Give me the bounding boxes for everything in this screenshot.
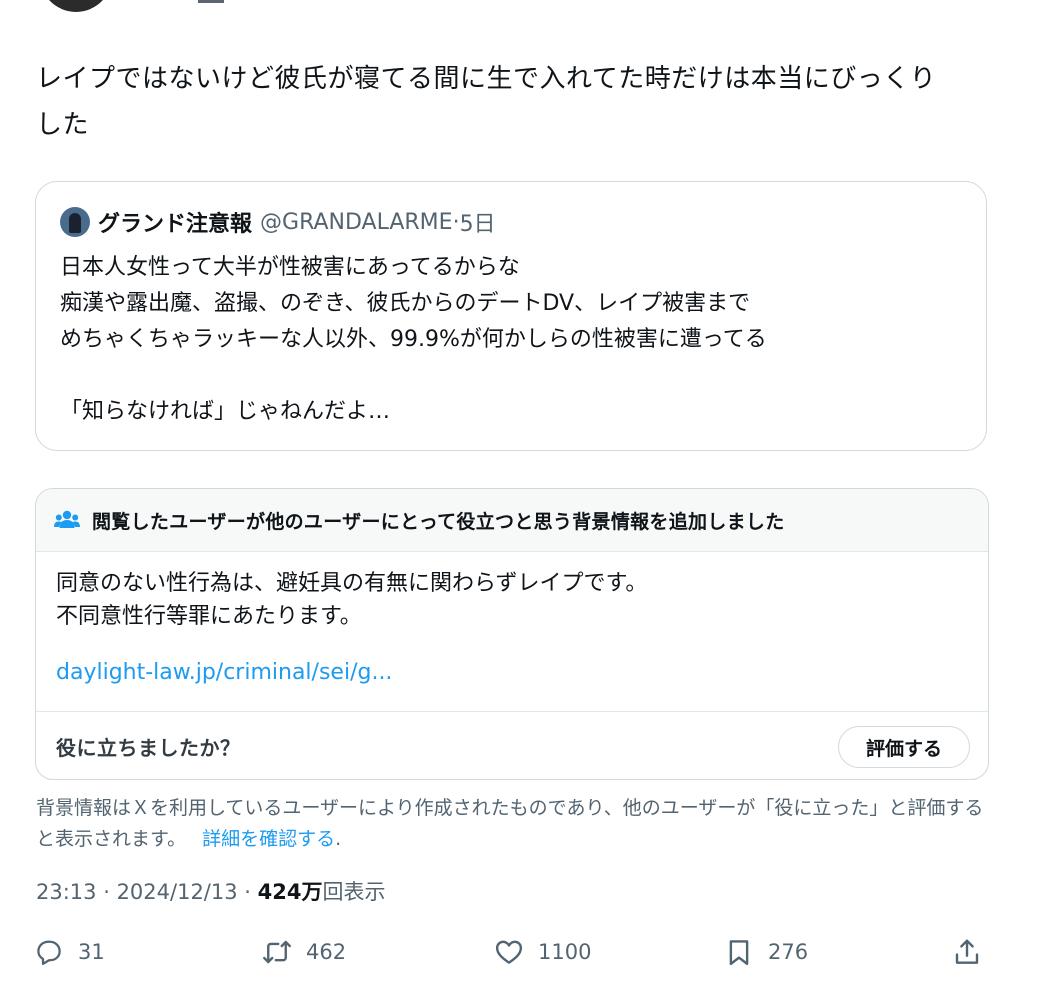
post-date[interactable]: 2024/12/13 (117, 880, 238, 904)
heart-icon (495, 940, 523, 964)
views-label: 回表示 (322, 880, 386, 904)
views-count: 424万 (257, 880, 323, 904)
post-meta: 23:13 · 2024/12/13 · 424万回表示 (36, 876, 385, 906)
post-time[interactable]: 23:13 (36, 880, 97, 904)
repost-count: 462 (306, 940, 347, 964)
community-note-header: 閲覧したユーザーが他のユーザーにとって役立つと思う背景情報を追加しました (36, 489, 988, 552)
quoted-author-name[interactable]: グランド注意報 (98, 206, 252, 238)
quoted-post-card[interactable]: グランド注意報 @GRANDALARME · 5日 日本人女性って大半が性被害に… (35, 181, 987, 451)
quoted-post-header: グランド注意報 @GRANDALARME · 5日 (60, 204, 496, 240)
community-note-text: 同意のない性行為は、避妊具の有無に関わらずレイプです。 不同意性行等罪にあたりま… (56, 571, 648, 629)
rate-button[interactable]: 評価する (838, 726, 970, 768)
post-text: レイプではないけど彼氏が寝てる間に生で入れてた時だけは本当にびっくり した (36, 64, 937, 140)
learn-more-link[interactable]: 詳細を確認する (202, 828, 335, 850)
disclaimer-trailing: . (335, 828, 342, 850)
community-note-title: 閲覧したユーザーが他のユーザーにとって役立つと思う背景情報を追加しました (92, 510, 785, 533)
share-icon (955, 939, 979, 964)
community-note-link[interactable]: daylight-law.jp/criminal/sei/g... (56, 660, 392, 685)
like-button[interactable]: 1100 (494, 930, 591, 974)
repost-icon (263, 940, 291, 964)
bookmark-button[interactable]: 276 (724, 930, 808, 974)
disclaimer-text: 背景情報はＸを利用しているユーザーにより作成されたものであり、他のユーザーが「役… (36, 797, 984, 850)
bookmark-count: 276 (768, 940, 809, 964)
quoted-post-text: 日本人女性って大半が性被害にあってるからな 痴漢や露出魔、盗撮、のぞき、彼氏から… (60, 255, 767, 424)
reply-count: 31 (78, 940, 105, 964)
reply-icon (37, 940, 61, 965)
quoted-author-avatar[interactable] (60, 207, 90, 237)
share-button[interactable] (952, 930, 982, 974)
author-avatar[interactable] (40, 0, 112, 12)
meta-separator: · (237, 880, 258, 904)
reply-button[interactable]: 31 (34, 930, 105, 974)
quoted-post-age[interactable]: 5日 (460, 206, 496, 238)
people-icon (54, 510, 80, 528)
community-note-footer: 役に立ちましたか？ 評価する (36, 711, 988, 779)
like-count: 1100 (538, 940, 592, 964)
community-note-disclaimer: 背景情報はＸを利用しているユーザーにより作成されたものであり、他のユーザーが「役… (36, 793, 996, 855)
community-note-card: 閲覧したユーザーが他のユーザーにとって役立つと思う背景情報を追加しました 同意の… (35, 488, 989, 780)
action-bar: 31 462 1100 276 (0, 930, 1039, 974)
quoted-author-handle: @GRANDALARME (260, 209, 453, 235)
quoted-separator: · (452, 209, 460, 235)
helpful-question: 役に立ちましたか？ (56, 736, 241, 760)
bookmark-icon (729, 940, 749, 966)
meta-separator: · (96, 880, 117, 904)
repost-button[interactable]: 462 (262, 930, 346, 974)
header-divider (198, 0, 224, 3)
